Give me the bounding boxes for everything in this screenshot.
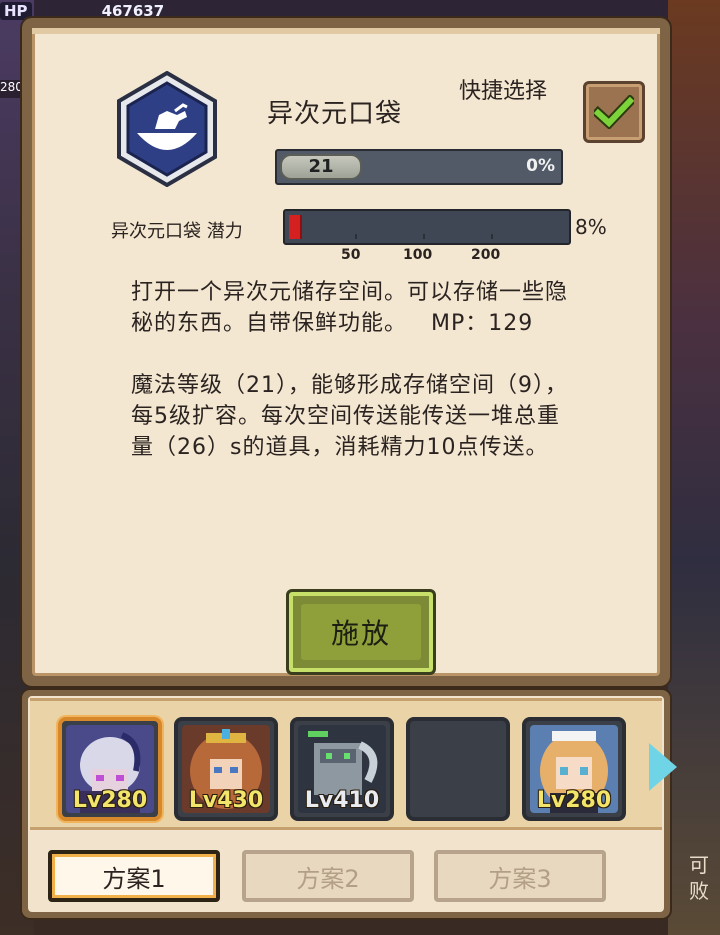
cast-button[interactable]: 施放 (286, 589, 436, 675)
team-panel-body: Lv280 Lv430 Lv410 Lv280 方案1 方案2 方案3 (28, 696, 677, 912)
team-slot-5[interactable]: Lv280 (522, 717, 626, 821)
hp-label: HP (0, 2, 32, 20)
potential-mark: 200 (471, 247, 501, 263)
character-level: Lv430 (188, 788, 264, 813)
plan-tab-3[interactable]: 方案3 (434, 850, 606, 902)
side-text: 可 败 (686, 852, 712, 904)
potential-bar (283, 209, 571, 245)
skill-level: 21 (280, 154, 362, 180)
side-level-number: 280 (0, 80, 23, 98)
potential-tick (355, 234, 357, 239)
character-level: Lv280 (536, 788, 612, 813)
side-text-line-2: 败 (689, 879, 709, 903)
plan-tab-label: 方案3 (488, 864, 552, 893)
team-slot-1[interactable]: Lv280 (58, 717, 162, 821)
potential-tick (423, 234, 425, 239)
skill-level-progress: 0% (526, 156, 555, 176)
game-background-right (668, 0, 720, 935)
plan-tab-2[interactable]: 方案2 (242, 850, 414, 902)
plan-tab-1[interactable]: 方案1 (48, 850, 220, 902)
team-panel: Lv280 Lv430 Lv410 Lv280 方案1 方案2 方案3 (22, 690, 677, 918)
character-level: Lv280 (72, 788, 148, 813)
description-line: 秘的东西。自带保鲜功能。 MP：129 (131, 311, 534, 336)
cast-button-label: 施放 (301, 604, 421, 660)
team-slot-empty[interactable] (406, 717, 510, 821)
skill-title: 异次元口袋 (267, 99, 403, 129)
team-slot-2[interactable]: Lv430 (174, 717, 278, 821)
description-line: 打开一个异次元储存空间。可以存储一些隐 (131, 280, 569, 305)
skill-dialog-body: 异次元口袋 快捷选择 21 0% 异次元口袋 潜力 8% 50 100 200 … (32, 28, 660, 676)
quick-select-label: 快捷选择 (459, 79, 548, 104)
potential-bar-fill (289, 215, 302, 239)
team-slot-3[interactable]: Lv410 (290, 717, 394, 821)
description-line: 量（26）s的道具，消耗精力10点传送。 (131, 435, 549, 460)
plan-tab-label: 方案2 (296, 864, 360, 893)
description-line: 每5级扩容。每次空间传送能传送一堆总重 (131, 404, 560, 429)
potential-label: 异次元口袋 潜力 (111, 221, 243, 242)
side-text-line-1: 可 (689, 853, 709, 877)
skill-level-bar: 21 0% (275, 149, 563, 185)
potential-mark: 100 (403, 247, 433, 263)
skill-description: 打开一个异次元储存空间。可以存储一些隐 秘的东西。自带保鲜功能。 MP：129 … (131, 277, 641, 463)
team-row: Lv280 Lv430 Lv410 Lv280 (30, 698, 677, 830)
next-arrow-icon[interactable] (649, 743, 677, 791)
character-level: Lv410 (304, 788, 380, 813)
plan-tab-label: 方案1 (102, 864, 166, 893)
hand-in-bowl-icon (115, 70, 219, 188)
potential-percent: 8% (575, 215, 607, 239)
description-line: 魔法等级（21），能够形成存储空间（9）， (131, 373, 568, 398)
checkmark-icon (594, 95, 634, 129)
skill-dialog: 异次元口袋 快捷选择 21 0% 异次元口袋 潜力 8% 50 100 200 … (22, 18, 670, 686)
potential-mark: 50 (341, 247, 361, 263)
quick-select-checkbox[interactable] (583, 81, 645, 143)
potential-tick (491, 234, 493, 239)
